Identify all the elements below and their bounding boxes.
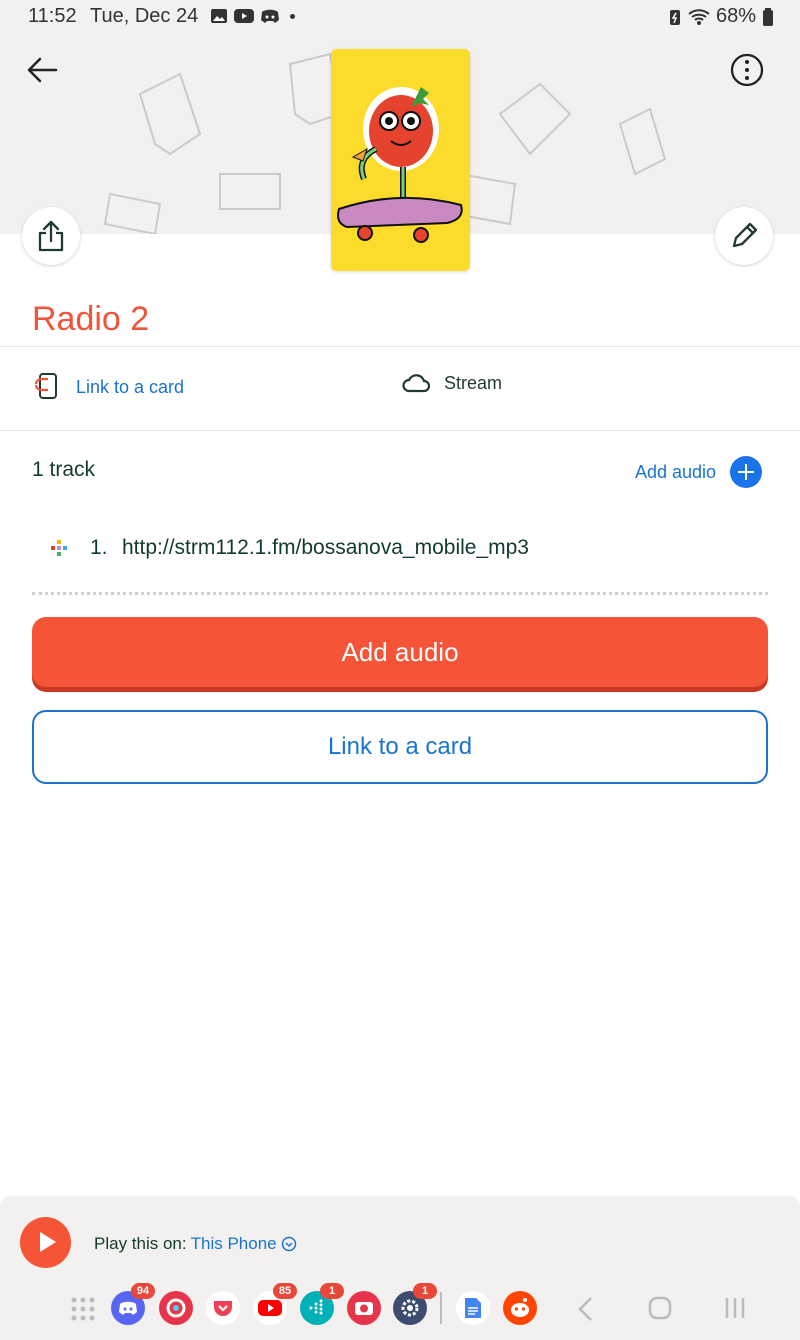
play-on-label: Play this on:: [94, 1234, 187, 1253]
discord-badge: 94: [131, 1283, 155, 1299]
youtube-badge: 85: [273, 1283, 297, 1299]
cloud-icon: [402, 374, 430, 393]
discord-app-icon[interactable]: 94: [111, 1283, 155, 1325]
track-count: 1 track: [32, 458, 96, 481]
chevron-down-icon: [281, 1236, 296, 1252]
status-bar: 11:52 Tue, Dec 24 68%: [0, 0, 800, 34]
gallery-icon: [211, 9, 227, 23]
more-notifications-dot: [290, 13, 295, 19]
docs-icon: [465, 1298, 481, 1318]
recents-nav-icon[interactable]: [722, 1296, 748, 1320]
more-vertical-icon: [730, 53, 764, 87]
link-to-card-label: Link to a card: [76, 376, 185, 397]
camera-app-icon[interactable]: [347, 1291, 381, 1325]
stream-action[interactable]: Stream: [402, 372, 502, 394]
screen-recorder-app-icon[interactable]: [159, 1291, 193, 1325]
device-name: This Phone: [190, 1234, 277, 1253]
pencil-icon: [732, 222, 758, 248]
stream-label: Stream: [444, 372, 503, 393]
status-date: Tue, Dec 24: [90, 5, 199, 27]
notification-icons: [210, 8, 295, 24]
fitbit-icon: [309, 1299, 323, 1315]
edit-button[interactable]: [715, 207, 773, 265]
home-nav-icon[interactable]: [647, 1295, 673, 1321]
track-url: http://strm112.1.fm/bossanova_mobile_mp3: [122, 536, 529, 559]
track-icon: [51, 540, 67, 556]
discord-status-icon: [261, 9, 279, 23]
track-list-divider: [32, 592, 768, 595]
battery-icon: [763, 7, 773, 26]
card-cover-art: [331, 49, 470, 271]
discord-icon: [119, 1301, 137, 1315]
camera-icon: [355, 1302, 373, 1315]
settings-app-icon[interactable]: 1: [393, 1283, 437, 1325]
divider: [0, 346, 800, 347]
battery-percent: 68%: [715, 5, 756, 27]
reddit-app-icon[interactable]: [503, 1291, 537, 1325]
playlist-title: Radio 2: [32, 300, 150, 338]
add-audio-link[interactable]: Add audio: [635, 462, 716, 483]
share-button[interactable]: [22, 207, 80, 265]
share-icon: [38, 220, 64, 252]
gear-icon: [401, 1299, 419, 1317]
youtube-icon: [234, 9, 254, 23]
link-to-card-action[interactable]: Link to a card: [34, 372, 184, 402]
app-drawer-icon[interactable]: [70, 1296, 96, 1322]
track-row[interactable]: 1. http://strm112.1.fm/bossanova_mobile_…: [50, 536, 529, 560]
play-button[interactable]: [20, 1217, 71, 1268]
pocket-icon: [214, 1301, 232, 1316]
link-card-icon: [34, 373, 57, 399]
divider: [0, 430, 800, 431]
status-time: 11:52: [28, 5, 77, 27]
more-options-button[interactable]: [727, 50, 767, 90]
fitbit-badge: 1: [320, 1283, 344, 1299]
add-audio-plus-button[interactable]: [730, 456, 762, 488]
youtube-icon: [258, 1300, 282, 1316]
track-number: 1.: [90, 536, 108, 559]
add-audio-button[interactable]: Add audio: [32, 617, 768, 687]
fitbit-app-icon[interactable]: 1: [300, 1283, 344, 1325]
recorder-icon: [166, 1298, 186, 1318]
back-button[interactable]: [22, 50, 62, 90]
pocket-app-icon[interactable]: [206, 1291, 240, 1325]
play-on-selector[interactable]: Play this on: This Phone: [94, 1234, 297, 1254]
status-right: 68%: [668, 5, 774, 28]
google-docs-app-icon[interactable]: [456, 1291, 490, 1325]
link-to-card-button[interactable]: Link to a card: [32, 710, 768, 784]
taskbar-separator: [440, 1292, 442, 1324]
back-nav-icon[interactable]: [575, 1296, 595, 1322]
reddit-icon: [511, 1298, 529, 1317]
battery-saver-icon: [669, 9, 680, 25]
strawberry-skateboard-illustration: [337, 87, 463, 243]
youtube-app-icon[interactable]: 85: [253, 1283, 297, 1325]
arrow-left-icon: [27, 57, 58, 83]
wifi-icon: [688, 8, 710, 25]
settings-badge: 1: [413, 1283, 437, 1299]
